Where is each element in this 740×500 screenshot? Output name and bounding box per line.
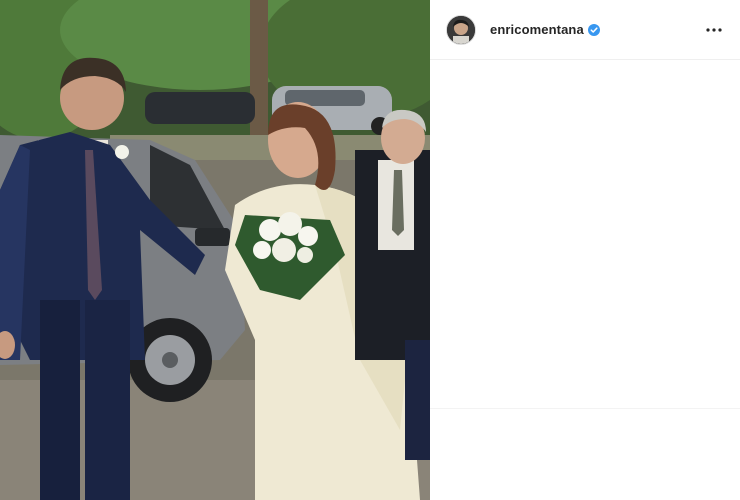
instagram-post: enricomentana — [0, 0, 740, 500]
post-header: enricomentana — [430, 0, 740, 60]
post-side-panel: enricomentana — [430, 0, 740, 500]
divider — [430, 408, 740, 409]
avatar-image — [447, 15, 475, 44]
username-link[interactable]: enricomentana — [490, 22, 584, 37]
avatar[interactable] — [446, 14, 476, 45]
more-options-icon[interactable] — [702, 18, 726, 42]
verified-badge-icon — [587, 23, 600, 36]
wedding-photo — [0, 0, 430, 500]
post-photo[interactable] — [0, 0, 430, 500]
comments-area — [430, 60, 740, 500]
